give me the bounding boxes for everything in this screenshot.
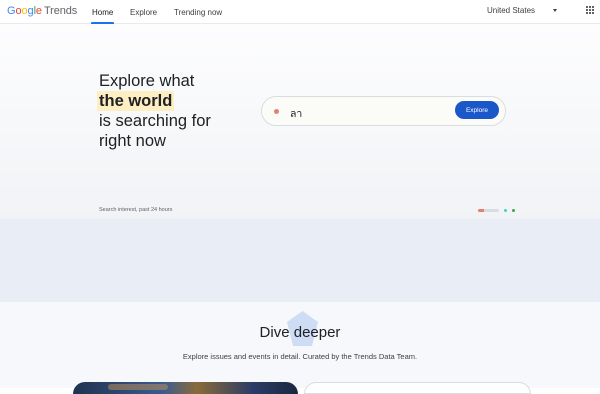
explore-button[interactable]: Explore	[455, 101, 499, 119]
headline-highlight: the world	[97, 91, 175, 111]
carousel-dot[interactable]	[512, 209, 515, 212]
google-trends-logo[interactable]: Google Trends	[7, 5, 77, 17]
nav-home[interactable]: Home	[90, 0, 115, 24]
dive-deeper-subtitle: Explore issues and events in detail. Cur…	[182, 352, 418, 361]
carousel-dot[interactable]	[504, 209, 507, 212]
country-select[interactable]: United States	[487, 6, 535, 15]
dive-deeper-title: Dive deeper	[259, 324, 341, 341]
story-card-image[interactable]	[73, 382, 298, 394]
nav-explore[interactable]: Explore	[130, 0, 157, 24]
story-card[interactable]	[304, 382, 531, 394]
apps-grid-icon[interactable]	[586, 6, 594, 14]
search-input[interactable]: ลา	[290, 105, 302, 122]
chevron-down-icon[interactable]	[553, 9, 557, 12]
search-term-dot-icon	[274, 109, 279, 114]
hero-headline: Explore what the world is searching for …	[97, 72, 211, 150]
top-bar: Google Trends Home Explore Trending now U…	[0, 0, 600, 24]
nav-trending-now[interactable]: Trending now	[174, 0, 222, 24]
trend-chart-band	[0, 219, 600, 302]
carousel-progress[interactable]	[478, 209, 499, 212]
search-interest-label: Search interest, past 24 hours	[99, 207, 173, 213]
logo-product-name: Trends	[43, 5, 78, 17]
